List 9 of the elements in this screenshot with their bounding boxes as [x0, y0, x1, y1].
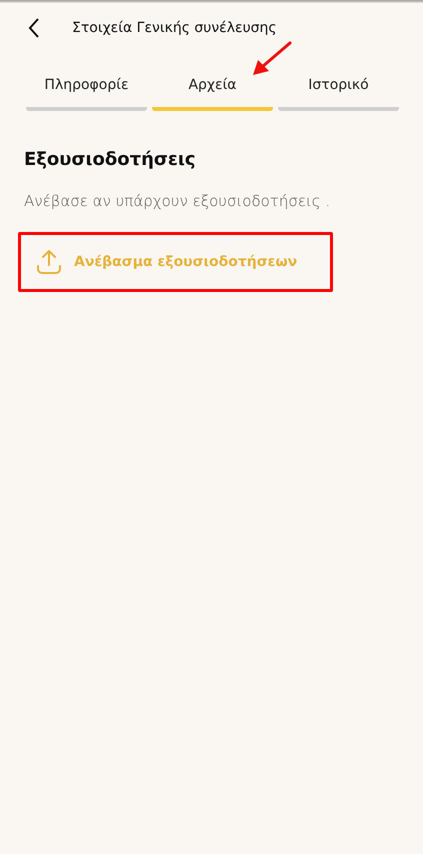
annotation-arrow: [253, 42, 292, 75]
section-heading: Εξουσιοδοτήσεις: [24, 149, 197, 170]
section-description: Ανέβασε αν υπάρχουν εξουσιοδοτήσεις .: [24, 192, 332, 210]
chevron-left-icon: [28, 18, 40, 38]
tab[interactable]: Πληροφορίε: [26, 77, 147, 111]
tab[interactable]: Αρχεία: [152, 77, 273, 111]
tab[interactable]: Ιστορικό: [278, 77, 399, 111]
upload-icon: [36, 249, 62, 275]
page-title: Στοιχεία Γενικής συνέλευσης: [72, 20, 277, 36]
